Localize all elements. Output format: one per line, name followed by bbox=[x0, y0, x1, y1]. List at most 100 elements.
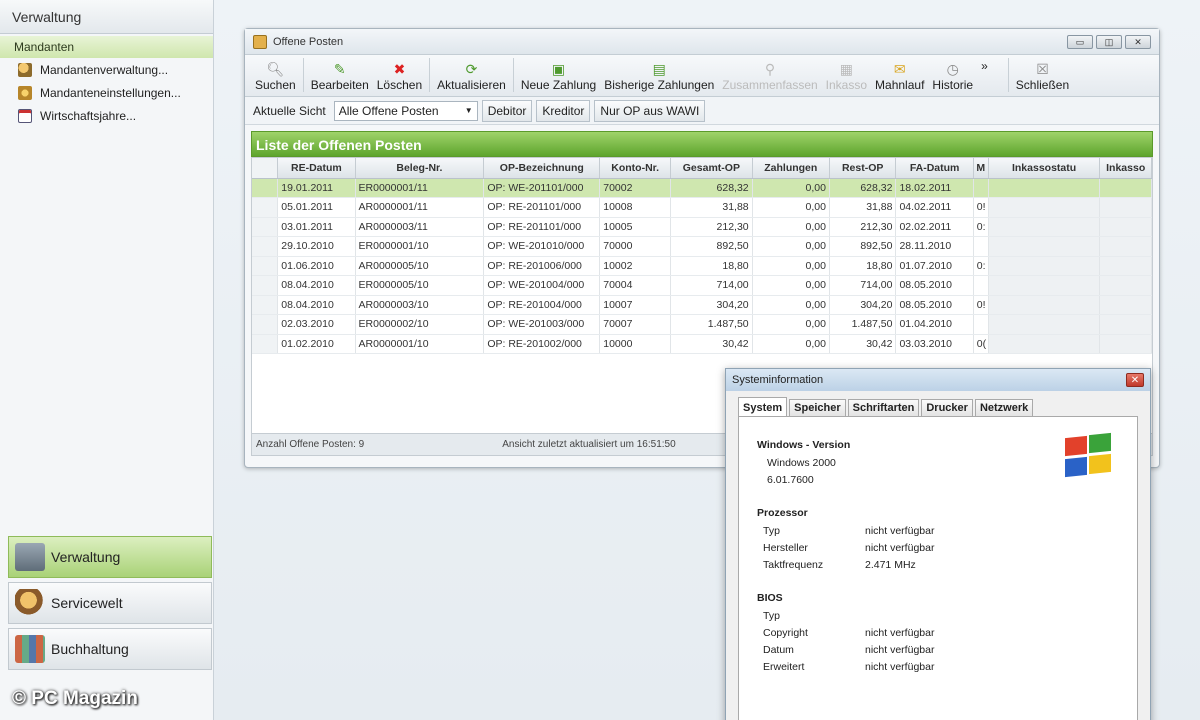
column-header[interactable]: Beleg-Nr. bbox=[355, 158, 485, 179]
info-key: Erweitert bbox=[763, 661, 805, 673]
minimize-button[interactable]: ▭ bbox=[1067, 34, 1093, 49]
table-row[interactable]: 03.01.2011 AR0000003/11 OP: RE-201101/000 1… bbox=[252, 217, 1152, 237]
cell-fa-datum: 01.04.2010 bbox=[895, 314, 974, 335]
refresh-icon: ⟳ bbox=[465, 61, 478, 77]
table-row[interactable]: 05.01.2011 AR0000001/11 OP: RE-201101/000 1… bbox=[252, 197, 1152, 218]
table-row[interactable]: 29.10.2010 ER0000001/10 OP: WE-201010/000 7… bbox=[252, 236, 1152, 257]
nav-verwaltung-button[interactable]: Verwaltung bbox=[8, 536, 212, 578]
cell-inkassostatus bbox=[988, 334, 1101, 354]
table-row[interactable]: 02.03.2010 ER0000002/10 OP: WE-201003/000 7… bbox=[252, 314, 1152, 335]
pencil-icon: ✎ bbox=[333, 61, 346, 77]
column-header[interactable]: Zahlungen bbox=[752, 158, 830, 179]
cell-rest: 212,30 bbox=[829, 217, 897, 237]
tab-netzwerk[interactable]: Netzwerk bbox=[974, 399, 1034, 416]
column-header[interactable]: Rest-OP bbox=[829, 158, 897, 179]
cell-beleg: AR0000003/11 bbox=[355, 217, 485, 237]
cell-gesamt: 31,88 bbox=[670, 197, 753, 218]
open-items-table: RE-Datum Beleg-Nr. OP-Bezeichnung Konto-Nr.… bbox=[252, 158, 1152, 354]
table-row[interactable]: 08.04.2010 ER0000005/10 OP: WE-201004/000 7… bbox=[252, 275, 1152, 296]
column-header[interactable]: FA-Datum bbox=[895, 158, 974, 179]
cell-rest: 628,32 bbox=[829, 178, 897, 198]
cell-op: OP: RE-201006/000 bbox=[483, 256, 601, 276]
sidebar-section-mandanten[interactable]: Mandanten bbox=[0, 36, 213, 58]
row-selector[interactable] bbox=[252, 275, 279, 296]
row-selector[interactable] bbox=[252, 236, 279, 257]
cell-op: OP: WE-201003/000 bbox=[483, 314, 601, 335]
nav-buchhaltung-button[interactable]: Buchhaltung bbox=[8, 628, 212, 670]
cell-m bbox=[973, 178, 989, 198]
cell-inkassostatus bbox=[988, 295, 1101, 315]
nav-label: Servicewelt bbox=[51, 595, 123, 611]
view-select[interactable]: Alle Offene Posten ▼ bbox=[333, 100, 478, 121]
row-selector[interactable] bbox=[252, 334, 279, 354]
history-button-label: Historie bbox=[932, 78, 974, 92]
window-titlebar[interactable]: Offene Posten ▭ ◫ ✕ bbox=[245, 29, 1159, 55]
cell-inkasso bbox=[1099, 197, 1152, 218]
table-row[interactable]: 01.02.2010 AR0000001/10 OP: RE-201002/000 1… bbox=[252, 334, 1152, 354]
table-row[interactable]: 01.06.2010 AR0000005/10 OP: RE-201006/000 1… bbox=[252, 256, 1152, 276]
cell-gesamt: 304,20 bbox=[670, 295, 753, 315]
cell-beleg: ER0000002/10 bbox=[355, 314, 485, 335]
cell-op: OP: RE-201002/000 bbox=[483, 334, 601, 354]
collection-button[interactable]: ▦ Inkasso bbox=[822, 61, 871, 92]
dialog-titlebar[interactable]: Systeminformation ✕ bbox=[726, 369, 1150, 391]
toolbar: 🔍︎ Suchen ✎ Bearbeiten ✖ Löschen ⟳ Aktua… bbox=[245, 55, 1159, 97]
filter-kreditor-button[interactable]: Kreditor bbox=[536, 99, 591, 122]
row-selector[interactable] bbox=[252, 295, 279, 315]
column-header[interactable]: Inkasso bbox=[1099, 158, 1152, 179]
cell-m bbox=[973, 314, 989, 335]
row-selector[interactable] bbox=[252, 314, 279, 335]
row-selector[interactable] bbox=[252, 178, 279, 198]
column-header[interactable]: Inkassostatu bbox=[988, 158, 1101, 179]
sidebar-item-wirtschaftsjahre[interactable]: Wirtschaftsjahre... bbox=[0, 104, 213, 127]
sidebar-item-mandantenverwaltung[interactable]: Mandantenverwaltung... bbox=[0, 58, 213, 81]
info-key: Typ bbox=[763, 525, 780, 537]
row-selector[interactable] bbox=[252, 197, 279, 218]
column-header[interactable]: Gesamt-OP bbox=[670, 158, 753, 179]
column-header[interactable]: M bbox=[973, 158, 989, 179]
tab-schriftarten[interactable]: Schriftarten bbox=[847, 399, 920, 416]
history-button[interactable]: ◷ Historie bbox=[928, 61, 977, 92]
merge-button[interactable]: ⚲ Zusammenfassen bbox=[718, 61, 821, 92]
close-button[interactable]: ☒ Schließen bbox=[1012, 61, 1073, 92]
tab-speicher[interactable]: Speicher bbox=[789, 399, 846, 416]
row-selector[interactable] bbox=[252, 217, 279, 237]
cell-gesamt: 18,80 bbox=[670, 256, 753, 276]
nav-servicewelt-button[interactable]: Servicewelt bbox=[8, 582, 212, 624]
cell-zahlungen: 0,00 bbox=[752, 275, 830, 296]
tab-system[interactable]: System bbox=[738, 397, 788, 416]
nav-label: Buchhaltung bbox=[51, 641, 129, 657]
column-header[interactable]: RE-Datum bbox=[277, 158, 356, 179]
cell-beleg: ER0000005/10 bbox=[355, 275, 485, 296]
previous-payments-button[interactable]: ▤ Bisherige Zahlungen bbox=[600, 61, 718, 92]
edit-button[interactable]: ✎ Bearbeiten bbox=[307, 61, 373, 92]
dunning-run-button-label: Mahnlauf bbox=[875, 78, 925, 92]
dialog-close-button[interactable]: ✕ bbox=[1126, 373, 1144, 387]
cell-inkassostatus bbox=[988, 256, 1101, 276]
toolbar-overflow-button[interactable]: » bbox=[977, 55, 992, 73]
refresh-button[interactable]: ⟳ Aktualisieren bbox=[433, 61, 510, 92]
delete-button[interactable]: ✖ Löschen bbox=[373, 61, 426, 92]
row-selector[interactable] bbox=[252, 256, 279, 276]
table-row[interactable]: 08.04.2010 AR0000003/10 OP: RE-201004/000 1… bbox=[252, 295, 1152, 315]
info-row: Typ bbox=[757, 610, 1119, 627]
sidebar-item-label: Mandantenverwaltung... bbox=[40, 62, 169, 77]
column-header[interactable]: Konto-Nr. bbox=[599, 158, 672, 179]
delete-x-icon: ✖ bbox=[393, 61, 406, 77]
info-key: Typ bbox=[763, 610, 780, 622]
binders-icon bbox=[15, 635, 45, 663]
cell-zahlungen: 0,00 bbox=[752, 217, 830, 237]
delete-button-label: Löschen bbox=[376, 78, 423, 92]
maximize-button[interactable]: ◫ bbox=[1096, 34, 1122, 49]
dunning-run-button[interactable]: ✉ Mahnlauf bbox=[871, 61, 928, 92]
filter-wawi-button[interactable]: Nur OP aus WAWI bbox=[594, 99, 706, 122]
table-row[interactable]: 19.01.2011 ER0000001/11 OP: WE-201101/000 7… bbox=[252, 178, 1152, 198]
close-window-button[interactable]: ✕ bbox=[1125, 34, 1151, 49]
search-button[interactable]: 🔍︎ Suchen bbox=[251, 61, 300, 92]
sidebar-item-mandanteneinstellungen[interactable]: Mandanteneinstellungen... bbox=[0, 81, 213, 104]
info-row: Hersteller nicht verfügbar bbox=[757, 542, 1119, 559]
column-header[interactable]: OP-Bezeichnung bbox=[483, 158, 601, 179]
tab-drucker[interactable]: Drucker bbox=[921, 399, 973, 416]
new-payment-button[interactable]: ▣ Neue Zahlung bbox=[517, 61, 600, 92]
filter-debitor-button[interactable]: Debitor bbox=[481, 99, 533, 122]
